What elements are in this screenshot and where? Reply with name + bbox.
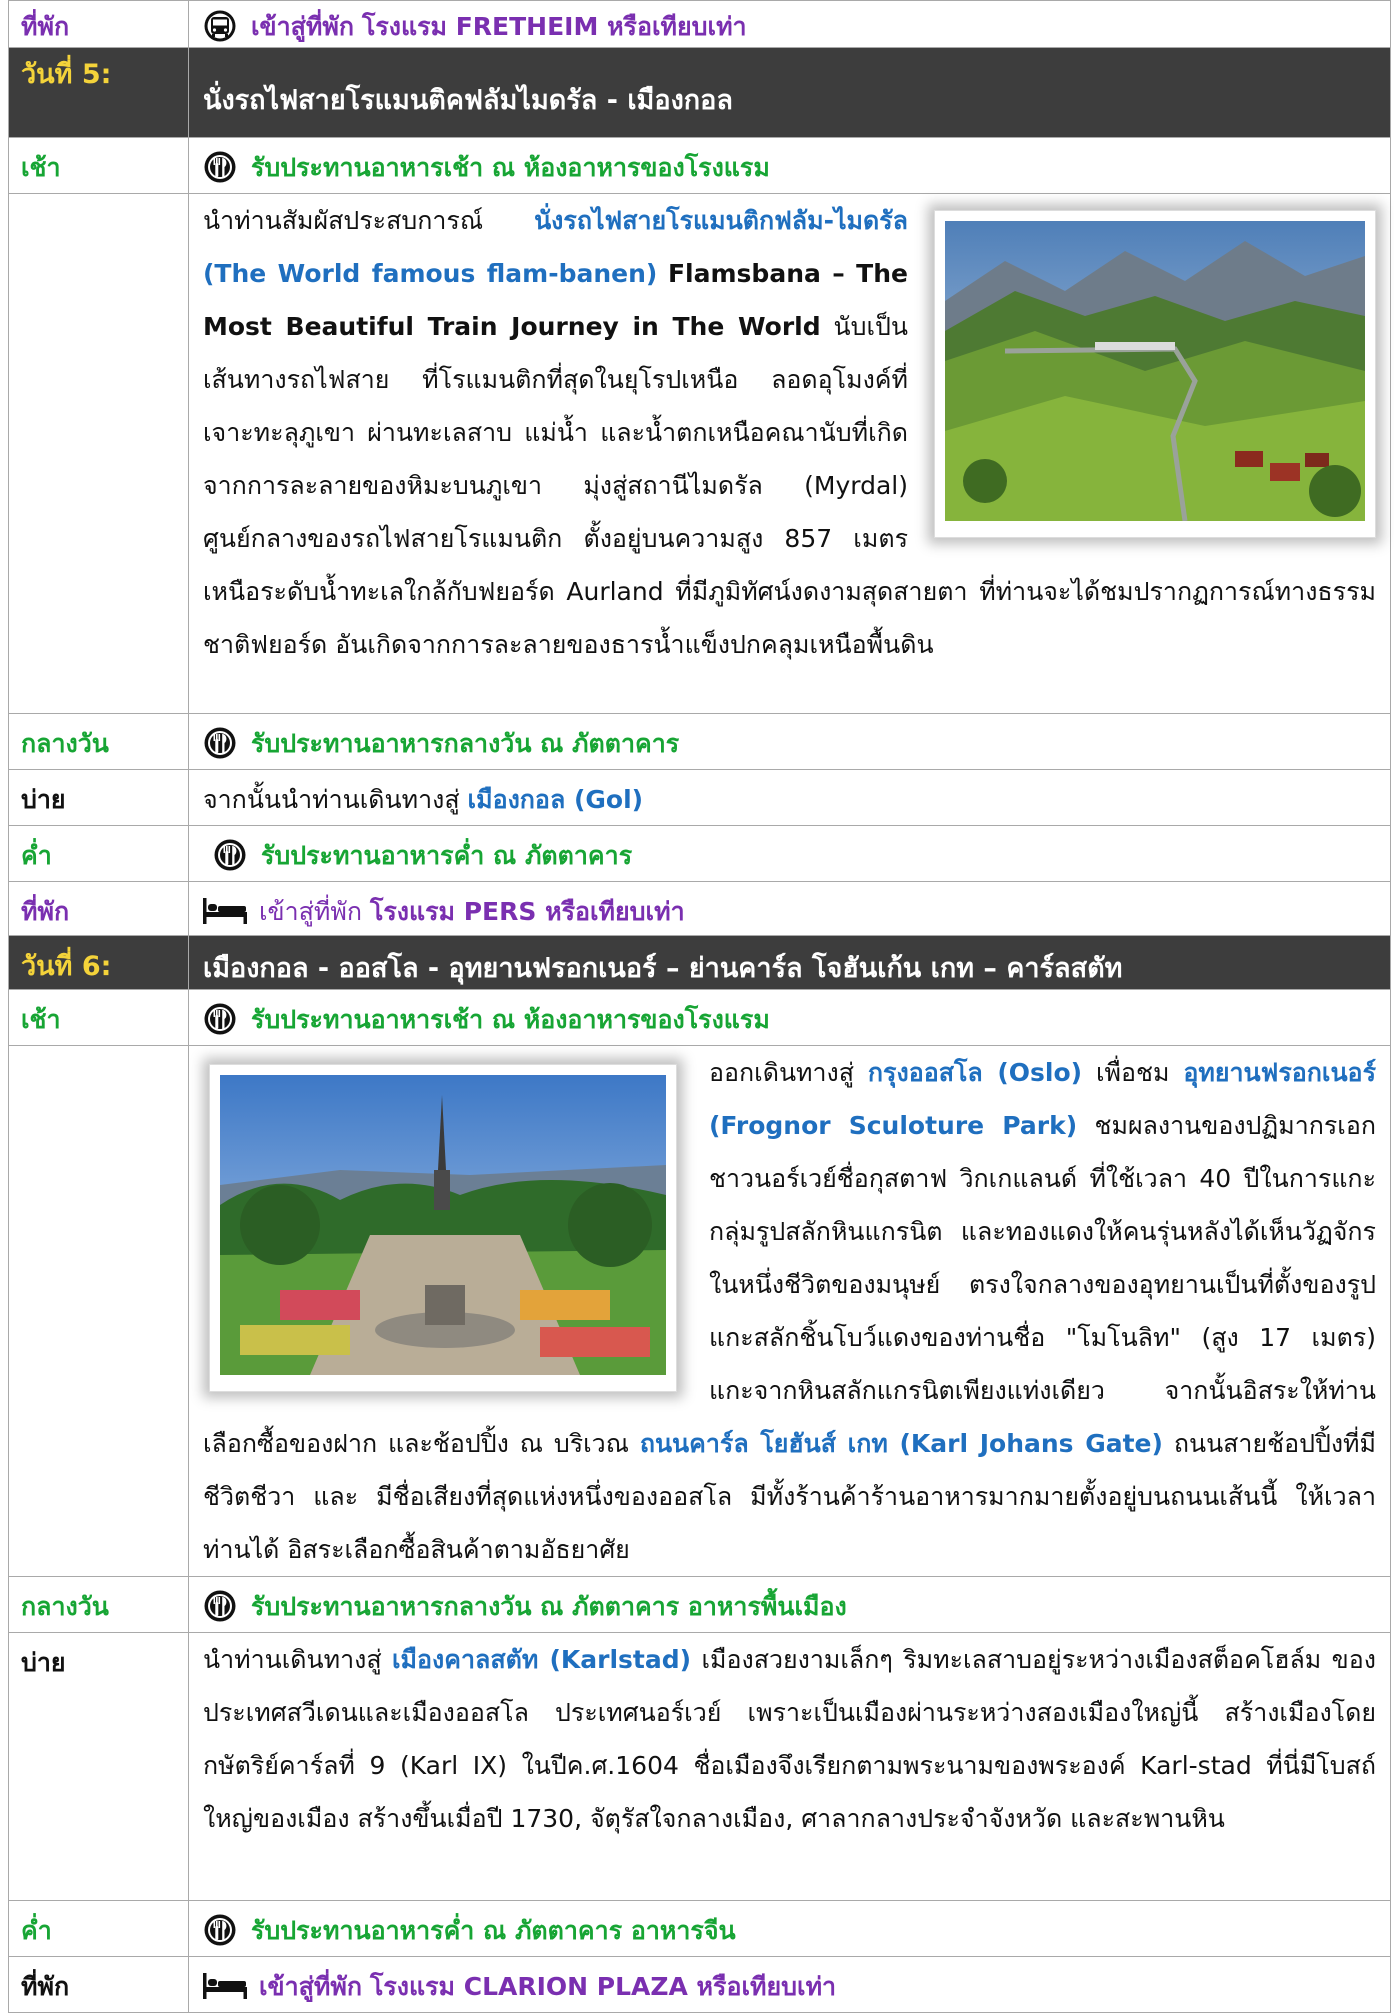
day-5-lodging-row: ที่พัก เข้าสู่ที่พัก โรงแรม PERS หรือเที…	[8, 881, 1391, 936]
day-5-desc-intro: นำท่านสัมผัสประสบการณ์	[203, 206, 484, 235]
label-afternoon: บ่าย	[8, 1632, 189, 1901]
day-6-header: วันที่ 6: เมืองกอล - ออสโล - อุทยานฟรอกเ…	[8, 935, 1391, 990]
day-5-lodging-prefix: เข้าสู่ที่พัก	[258, 897, 362, 926]
lodging-hotel: โรงแรม FRETHEIM หรือเทียบเท่า	[361, 12, 747, 41]
day-5-header: วันที่ 5: นั่งรถไฟสายโรแมนติคฟลัมไมดรัล …	[8, 47, 1391, 138]
day-5-breakfast: รับประทานอาหารเช้า ณ ห้องอาหารของโรงแรม	[250, 153, 770, 182]
day-5-dinner-row: ค่ำ รับประทานอาหารค่ำ ณ ภัตตาคาร	[8, 825, 1391, 882]
fork-knife-icon	[203, 1002, 237, 1036]
day-6-desc-oslo: กรุงออสโล (Oslo)	[867, 1058, 1083, 1087]
day-6-morning-row: เช้า รับประทานอาหารเช้า ณ ห้องอาหารของโร…	[8, 989, 1391, 1046]
day-5-number: 5:	[81, 59, 112, 90]
flam-railway-photo	[934, 210, 1376, 538]
day-5-description-row: นำท่านสัมผัสประสบการณ์ นั่งรถไฟสายโรแมนต…	[8, 193, 1391, 714]
day-6-dinner-row: ค่ำ รับประทานอาหารค่ำ ณ ภัตตาคาร อาหารจี…	[8, 1900, 1391, 1957]
day-5-lunch-cell: รับประทานอาหารกลางวัน ณ ภัตตาคาร	[188, 713, 1391, 770]
day-6-dinner: รับประทานอาหารค่ำ ณ ภัตตาคาร อาหารจีน	[250, 1916, 736, 1945]
sculpture-park-image	[220, 1075, 666, 1375]
fork-knife-icon	[213, 838, 247, 872]
day-5-lodging-hotel: โรงแรม PERS หรือเทียบเท่า	[369, 897, 685, 926]
day-5-afternoon-row: บ่าย จากนั้นนำท่านเดินทางสู่ เมืองกอล (G…	[8, 769, 1391, 826]
day-6-number: 6:	[81, 951, 112, 982]
day-6-title: เมืองกอล - ออสโล - อุทยานฟรอกเนอร์ – ย่า…	[188, 935, 1391, 990]
day-5-dinner: รับประทานอาหารค่ำ ณ ภัตตาคาร	[260, 841, 633, 870]
lodging-prefix: เข้าสู่ที่พัก	[250, 12, 354, 41]
label-lodging: ที่พัก	[8, 0, 189, 48]
day-6-afternoon-prefix: นำท่านเดินทางสู่	[203, 1645, 382, 1674]
label-noon: กลางวัน	[8, 1576, 189, 1633]
day-6-afternoon-row: บ่าย นำท่านเดินทางสู่ เมืองคาลสตัท (Karl…	[8, 1632, 1391, 1901]
day-6-description-row: ออกเดินทางสู่ กรุงออสโล (Oslo) เพื่อชม อ…	[8, 1045, 1391, 1577]
day-6-lodging-prefix: เข้าสู่ที่พัก	[258, 1972, 362, 2001]
fork-knife-icon	[203, 1589, 237, 1623]
label-lodging: ที่พัก	[8, 881, 189, 936]
frogner-park-photo	[209, 1064, 677, 1392]
fork-knife-icon	[203, 150, 237, 184]
fork-knife-icon	[203, 1913, 237, 1947]
day-6-lodging-cell: เข้าสู่ที่พัก โรงแรม CLARION PLAZA หรือเ…	[188, 1956, 1391, 2013]
day-6-label: วันที่ 6:	[8, 935, 189, 990]
label-evening: ค่ำ	[8, 1900, 189, 1957]
day-5-description-cell: นำท่านสัมผัสประสบการณ์ นั่งรถไฟสายโรแมนต…	[188, 193, 1391, 714]
day-5-afternoon-prefix: จากนั้นนำท่านเดินทางสู่	[203, 785, 460, 814]
day-6-dinner-cell: รับประทานอาหารค่ำ ณ ภัตตาคาร อาหารจีน	[188, 1900, 1391, 1957]
label-evening: ค่ำ	[8, 825, 189, 882]
day-5-morning-row: เช้า รับประทานอาหารเช้า ณ ห้องอาหารของโร…	[8, 137, 1391, 194]
day-5-prefix: วันที่	[21, 59, 73, 90]
day-6-desc-street: ถนนคาร์ล โยฮันส์ เกท (Karl Johans Gate)	[639, 1429, 1163, 1458]
empty-label-cell	[8, 193, 189, 714]
day-6-lodging-hotel: โรงแรม CLARION PLAZA หรือเทียบเท่า	[369, 1972, 837, 2001]
day-6-desc-to-see: เพื่อชม	[1095, 1058, 1170, 1087]
day-5-title: นั่งรถไฟสายโรแมนติคฟลัมไมดรัล - เมืองกอล	[188, 47, 1391, 138]
day-5-lunch: รับประทานอาหารกลางวัน ณ ภัตตาคาร	[250, 729, 680, 758]
day-6-lunch: รับประทานอาหารกลางวัน ณ ภัตตาคาร อาหารพื…	[250, 1592, 847, 1621]
label-morning: เช้า	[8, 989, 189, 1046]
day-5-dinner-cell: รับประทานอาหารค่ำ ณ ภัตตาคาร	[188, 825, 1391, 882]
day-5-label: วันที่ 5:	[8, 47, 189, 138]
day-6-desc-intro: ออกเดินทางสู่	[709, 1058, 855, 1087]
empty-label-cell	[8, 1045, 189, 1577]
label-afternoon: บ่าย	[8, 769, 189, 826]
day-6-afternoon-text: นำท่านเดินทางสู่ เมืองคาลสตัท (Karlstad)…	[203, 1633, 1376, 1845]
label-morning: เช้า	[8, 137, 189, 194]
day-5-afternoon-place: เมืองกอล (Gol)	[467, 785, 644, 814]
day-6-prefix: วันที่	[21, 951, 73, 982]
day-6-breakfast-cell: รับประทานอาหารเช้า ณ ห้องอาหารของโรงแรม	[188, 989, 1391, 1046]
lodging-cell: เข้าสู่ที่พัก โรงแรม FRETHEIM หรือเทียบเ…	[188, 0, 1391, 48]
day-6-lunch-cell: รับประทานอาหารกลางวัน ณ ภัตตาคาร อาหารพื…	[188, 1576, 1391, 1633]
day-6-lunch-row: กลางวัน รับประทานอาหารกลางวัน ณ ภัตตาคาร…	[8, 1576, 1391, 1633]
bus-icon	[203, 9, 237, 43]
day-6-breakfast: รับประทานอาหารเช้า ณ ห้องอาหารของโรงแรม	[250, 1005, 770, 1034]
mountain-valley-image	[945, 221, 1365, 522]
day-6-description-cell: ออกเดินทางสู่ กรุงออสโล (Oslo) เพื่อชม อ…	[188, 1045, 1391, 1577]
itinerary-table: ที่พัก เข้าสู่ที่พัก โรงแรม FRETHEIM หรื…	[8, 0, 1391, 2013]
bed-icon	[203, 1973, 247, 1999]
day-5-breakfast-cell: รับประทานอาหารเช้า ณ ห้องอาหารของโรงแรม	[188, 137, 1391, 194]
label-noon: กลางวัน	[8, 713, 189, 770]
day-6-afternoon-place: เมืองคาลสตัท (Karlstad)	[392, 1645, 692, 1674]
day-6-lodging-row: ที่พัก เข้าสู่ที่พัก โรงแรม CLARION PLAZ…	[8, 1956, 1391, 2013]
day-5-lunch-row: กลางวัน รับประทานอาหารกลางวัน ณ ภัตตาคาร	[8, 713, 1391, 770]
label-lodging: ที่พัก	[8, 1956, 189, 2013]
day-5-lodging-cell: เข้าสู่ที่พัก โรงแรม PERS หรือเทียบเท่า	[188, 881, 1391, 936]
bed-icon	[203, 898, 247, 924]
day-6-afternoon-cell: นำท่านเดินทางสู่ เมืองคาลสตัท (Karlstad)…	[188, 1632, 1391, 1901]
fork-knife-icon	[203, 726, 237, 760]
day-5-afternoon-cell: จากนั้นนำท่านเดินทางสู่ เมืองกอล (Gol)	[188, 769, 1391, 826]
row-lodging-prev: ที่พัก เข้าสู่ที่พัก โรงแรม FRETHEIM หรื…	[8, 0, 1391, 48]
